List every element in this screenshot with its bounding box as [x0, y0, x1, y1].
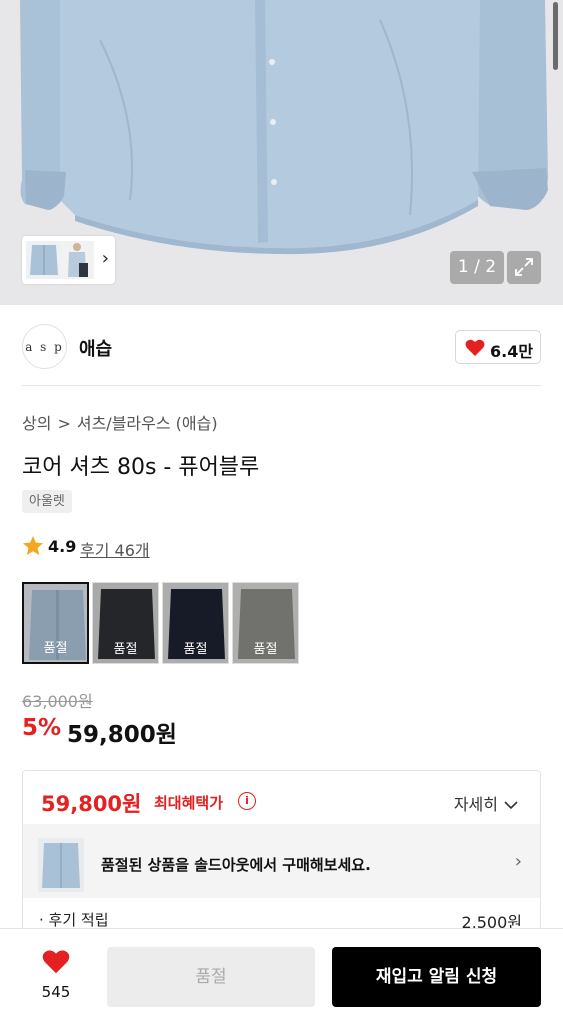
promo-message: 품절된 상품을 솔드아웃에서 구매해보세요. — [101, 856, 371, 874]
expand-icon — [515, 258, 533, 276]
soldout-label: 품절 — [183, 642, 208, 657]
color-option-navy[interactable]: 품절 — [162, 582, 229, 664]
brand-logo[interactable]: a s p — [22, 324, 67, 369]
soldout-label: 품절 — [253, 642, 278, 657]
product-title: 코어 셔츠 80s - 퓨어블루 — [22, 455, 260, 480]
promo-thumbnail — [38, 838, 84, 892]
gallery-thumbnails[interactable]: › — [22, 236, 115, 284]
expand-button[interactable] — [507, 251, 541, 284]
outlet-tag: 아울렛 — [22, 490, 72, 513]
chevron-down-icon — [504, 801, 518, 810]
breadcrumb-subcategory[interactable]: 셔츠/블라우스 (애습) — [77, 410, 218, 434]
heart-icon — [42, 950, 70, 974]
info-icon[interactable]: i — [238, 792, 256, 810]
soldout-label: 품절 — [113, 642, 138, 657]
heart-icon — [465, 339, 485, 356]
wishlist-count: 545 — [41, 983, 71, 1001]
color-option-blue[interactable]: 품절 — [22, 582, 89, 664]
chevron-right-icon: › — [514, 851, 522, 872]
soldout-label: 품절 — [43, 641, 68, 656]
scroll-indicator — [553, 2, 558, 70]
star-icon — [23, 536, 43, 555]
benefit-label: 최대혜택가 — [154, 794, 224, 812]
original-price: 63,000원 — [22, 692, 93, 711]
color-option-gray[interactable]: 품절 — [232, 582, 299, 664]
brand-row: a s p 애습 6.4만 — [22, 324, 541, 370]
sold-out-button[interactable]: 품절 — [107, 947, 315, 1007]
chevron-right-icon: > — [57, 414, 71, 433]
rating-score: 4.9 — [48, 537, 77, 556]
restock-alert-button[interactable]: 재입고 알림 신청 — [332, 947, 541, 1007]
brand-name[interactable]: 애습 — [79, 335, 112, 361]
brand-like-button[interactable]: 6.4만 — [455, 330, 541, 364]
sale-price: 59,800원 — [67, 722, 177, 748]
breadcrumb: 상의 > 셔츠/블라우스 (애습) — [22, 410, 218, 434]
image-counter: 1 / 2 — [450, 251, 504, 284]
benefit-price: 59,800원 — [41, 792, 142, 816]
divider — [22, 385, 541, 386]
wishlist-button[interactable]: 545 — [22, 949, 90, 1005]
chevron-right-icon[interactable]: › — [102, 248, 109, 269]
reviews-link[interactable]: 후기 46개 — [80, 537, 150, 561]
soldout-promo-banner[interactable]: 품절된 상품을 솔드아웃에서 구매해보세요. › — [23, 824, 540, 898]
review-points-label: · 후기 적립 — [39, 911, 109, 929]
product-image-gallery[interactable]: › 1 / 2 — [0, 0, 563, 305]
benefit-detail-label: 자세히 — [453, 795, 498, 814]
discount-rate: 5% — [22, 715, 62, 741]
brand-like-count: 6.4만 — [490, 342, 534, 361]
thumbnail-model[interactable] — [60, 241, 94, 279]
benefit-detail-toggle[interactable]: 자세히 — [454, 791, 518, 815]
thumbnail-front[interactable] — [26, 241, 62, 279]
breadcrumb-category[interactable]: 상의 — [22, 410, 51, 434]
benefit-box: 59,800원 최대혜택가 i 자세히 품절된 상품을 솔드아웃에서 구매해보세… — [22, 770, 541, 940]
color-option-charcoal[interactable]: 품절 — [92, 582, 159, 664]
bottom-action-bar: 545 품절 재입고 알림 신청 — [0, 928, 563, 1024]
